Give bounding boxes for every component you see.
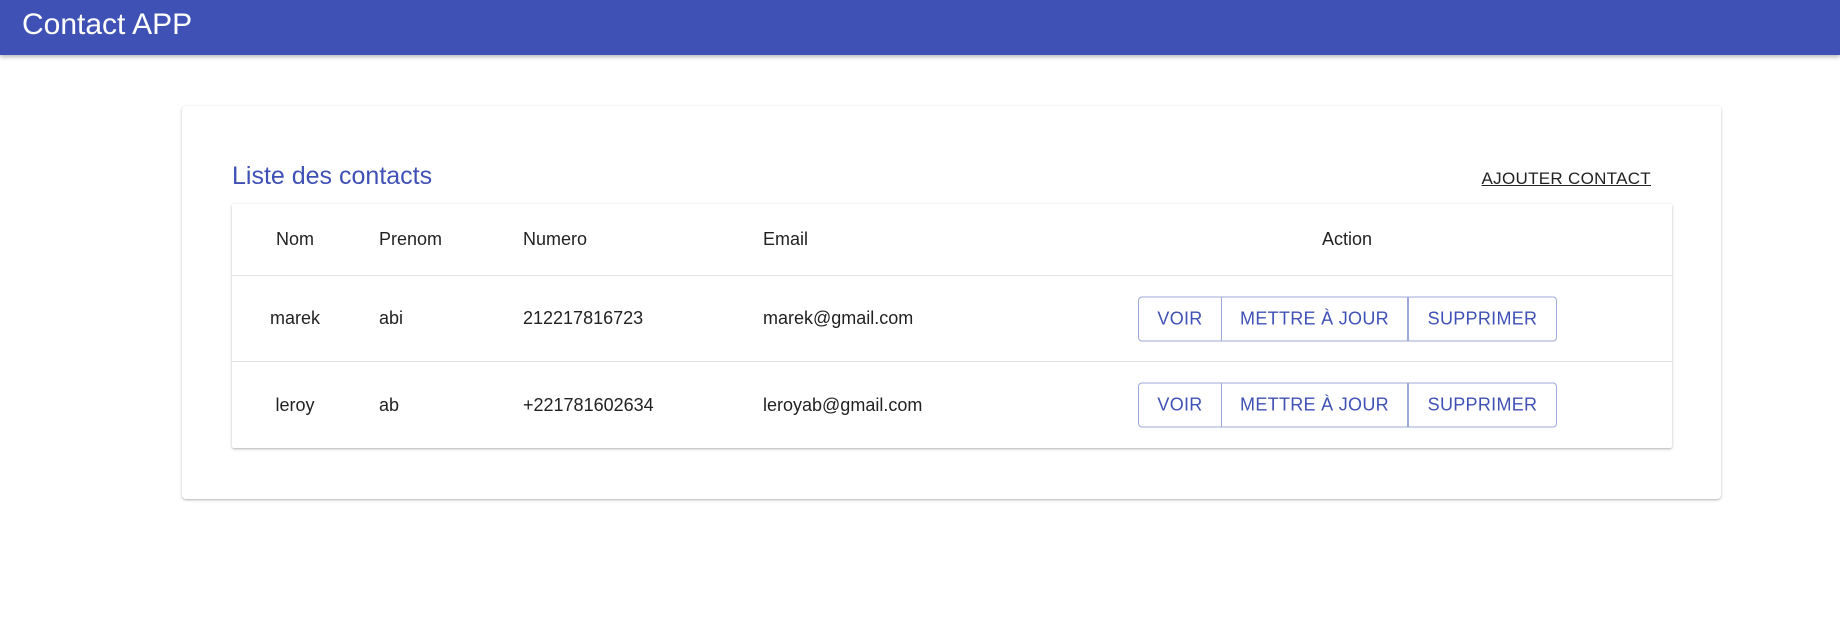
cell-numero: +221781602634 [523,394,654,415]
row-action-buttons: VOIR METTRE À JOUR SUPPRIMER [1138,382,1557,428]
contacts-card: Liste des contacts AJOUTER CONTACT Nom P… [182,106,1721,499]
app-bar: Contact APP [0,0,1840,55]
cell-nom: leroy [275,394,315,415]
app-title: Contact APP [22,8,193,41]
cell-email: leroyab@gmail.com [763,394,923,415]
update-button[interactable]: METTRE À JOUR [1222,382,1408,428]
delete-button[interactable]: SUPPRIMER [1408,296,1557,341]
cell-prenom: abi [379,308,404,328]
view-button[interactable]: VOIR [1138,296,1222,341]
header-prenom: Prenom [379,229,443,249]
table-header-row: Nom Prenom Numero Email Action [232,204,1672,276]
header-email: Email [763,229,809,249]
cell-numero: 212217816723 [523,308,644,328]
update-button[interactable]: METTRE À JOUR [1222,296,1408,341]
table-row: marek abi 212217816723 marek@gmail.com V… [232,276,1672,362]
cell-email: marek@gmail.com [763,308,914,328]
header-numero: Numero [523,229,588,249]
add-contact-link[interactable]: AJOUTER CONTACT [1482,169,1651,189]
header-action: Action [1321,229,1373,249]
contacts-table: Nom Prenom Numero Email Action marek abi… [232,204,1672,448]
row-action-buttons: VOIR METTRE À JOUR SUPPRIMER [1138,296,1557,341]
cell-nom: marek [269,308,320,328]
view-button[interactable]: VOIR [1138,382,1222,428]
cell-prenom: ab [379,394,400,415]
header-nom: Nom [275,229,314,249]
contacts-list-title: Liste des contacts [232,162,433,190]
table-row: leroy ab +221781602634 leroyab@gmail.com… [232,362,1672,448]
delete-button[interactable]: SUPPRIMER [1408,382,1557,428]
